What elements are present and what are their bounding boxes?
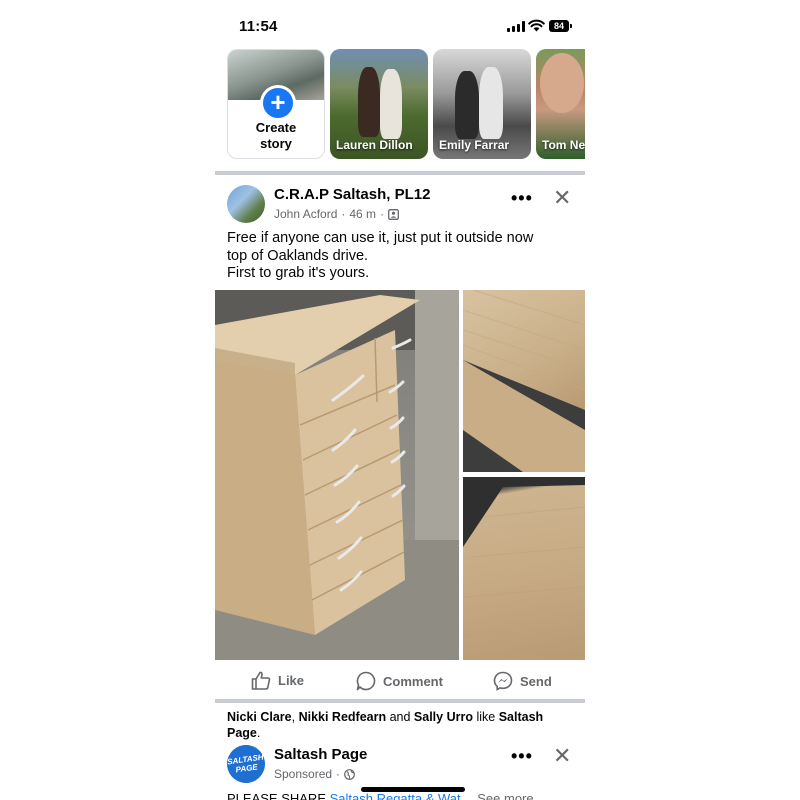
wood-closeup-illustration	[463, 290, 585, 472]
phone-screen: 11:54 84 + Create story Lauren Dillon Em…	[215, 0, 585, 800]
story-person-1	[455, 71, 479, 139]
wifi-icon	[528, 19, 545, 32]
friend-name[interactable]: Nicki Clare	[227, 710, 292, 724]
close-icon[interactable]: ✕	[553, 743, 571, 769]
send-button[interactable]: Send	[493, 671, 552, 691]
home-indicator[interactable]	[361, 787, 465, 792]
post-photo-bottom-right[interactable]	[463, 477, 585, 660]
meta-dot: ·	[341, 207, 346, 221]
post-text-line: Free if anyone can use it, just put it o…	[227, 230, 534, 246]
wood-surface-illustration	[463, 477, 585, 638]
like-button[interactable]: Like	[251, 671, 304, 690]
feed-separator	[215, 171, 585, 175]
post-time[interactable]: 46 m	[349, 207, 376, 221]
group-name-link[interactable]: C.R.A.P Saltash, PL12	[274, 186, 430, 203]
sponsored-meta: Sponsored ·	[274, 767, 355, 781]
plus-icon: +	[260, 85, 296, 121]
post-text-line: top of Oaklands drive.	[227, 247, 369, 264]
send-label: Send	[520, 673, 552, 689]
see-more-link[interactable]: … See more	[461, 791, 534, 800]
battery-icon: 84	[549, 20, 569, 32]
story-person-1	[358, 67, 380, 137]
drawers-illustration	[215, 290, 459, 660]
story-person-face	[540, 53, 584, 113]
group-members-icon	[388, 208, 400, 220]
post-photo-top-right[interactable]	[463, 290, 585, 472]
story-person-2	[380, 69, 402, 139]
comment-label: Comment	[383, 673, 443, 689]
story-name: Tom Ne	[542, 138, 585, 152]
comment-button[interactable]: Comment	[356, 671, 443, 691]
story-name: Lauren Dillon	[336, 138, 413, 152]
sponsored-label[interactable]: Sponsored	[274, 767, 332, 781]
comment-icon	[356, 671, 376, 691]
feed-separator	[215, 699, 585, 703]
story-card-emily-farrar[interactable]: Emily Farrar	[433, 49, 531, 159]
messenger-icon	[493, 671, 513, 691]
page-name-link[interactable]: Saltash Page	[274, 746, 367, 763]
story-card-lauren-dillon[interactable]: Lauren Dillon	[330, 49, 428, 159]
create-story-label: Create story	[255, 120, 297, 151]
page-avatar[interactable]: SALTASH PAGE	[224, 742, 268, 786]
story-person-2	[479, 67, 503, 139]
meta-dot: ·	[380, 207, 385, 221]
post-body: Free if anyone can use it, just put it o…	[227, 230, 572, 283]
globe-icon	[344, 768, 355, 780]
friend-name[interactable]: Nikki Redfearn	[299, 710, 387, 724]
post-meta: John Acford · 46 m ·	[274, 207, 400, 221]
story-name: Emily Farrar	[439, 138, 510, 152]
post-text-line: First to grab it's yours.	[227, 265, 370, 281]
sponsored-text: PLEASE SHARE Saltash Regatta & Wat… See …	[227, 791, 534, 800]
battery-nub	[570, 24, 572, 28]
meta-dot: ·	[336, 767, 341, 781]
social-context: Nicki Clare, Nikki Redfearn and Sally Ur…	[227, 710, 544, 740]
cellular-signal-icon	[507, 21, 525, 32]
more-options-icon[interactable]: •••	[511, 746, 533, 767]
friend-name[interactable]: Sally Urro	[414, 710, 473, 724]
thumbs-up-icon	[251, 671, 271, 690]
story-card-tom[interactable]: Tom Ne	[536, 49, 585, 159]
more-options-icon[interactable]: •••	[511, 188, 533, 209]
post-photo-main[interactable]	[215, 290, 459, 660]
group-avatar[interactable]	[227, 185, 265, 223]
create-story-card[interactable]: + Create story	[227, 49, 325, 159]
author-name[interactable]: John Acford	[274, 207, 337, 221]
like-label: Like	[278, 673, 305, 688]
regatta-link[interactable]: Saltash Regatta & Wat	[330, 791, 461, 800]
status-time: 11:54	[239, 18, 278, 35]
close-icon[interactable]: ✕	[553, 185, 571, 211]
